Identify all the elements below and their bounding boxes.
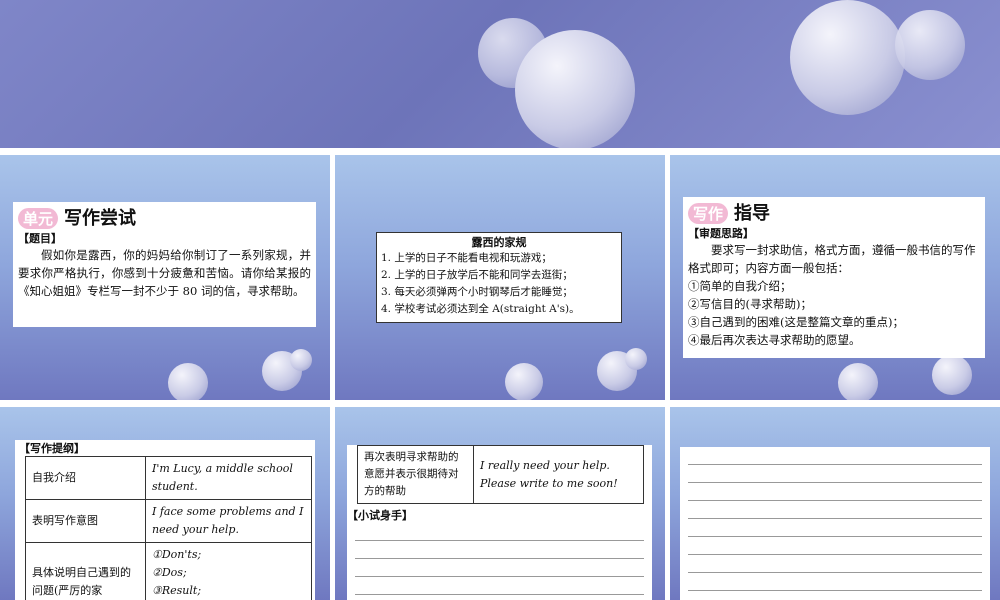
guide-point: ①简单的自我介绍； [688, 279, 792, 293]
section-label: 【审题思路】 [688, 227, 754, 240]
table-row: 具体说明自己遇到的问题(严厉的家 ①Don'ts; ②Dos; ③Result; [25, 542, 312, 600]
outline-table: 自我介绍 I'm Lucy, a middle school student. 表… [25, 456, 312, 600]
guide-box: 写作 指导 【审题思路】 要求写一封求助信，格式方面，遵循一般书信的写作格式即可；… [683, 197, 985, 358]
outline-value: I face some problems and I need your hel… [145, 499, 312, 543]
rules-box: 露西的家规 1. 上学的日子不能看电视和玩游戏； 2. 上学的日子放学后不能和同… [376, 232, 622, 323]
outline-key: 表明写作意图 [25, 499, 146, 543]
section-label: 【题目】 [18, 232, 62, 245]
rule-item: 4. 学校考试必须达到全 A(straight A's)。 [381, 303, 580, 315]
slide-thumbnail-1[interactable]: 单元 写作尝试 【题目】 假如你是露西，你的妈妈给你制订了一系列家规，并要求你严格… [0, 155, 330, 400]
outline-value: ①Don'ts; ②Dos; ③Result; [145, 542, 312, 600]
outline-table: 再次表明寻求帮助的意愿并表示很期待对方的帮助 I really need your… [357, 445, 644, 504]
task-text: 假如你是露西，你的妈妈给你制订了一系列家规，并要求你严格执行，你感到十分疲惫和苦… [18, 248, 311, 298]
slide-title: 写作尝试 [64, 208, 137, 229]
title-slide-thumbnail[interactable] [0, 0, 1000, 148]
rules-title: 露西的家规 [471, 236, 527, 249]
sphere-decoration [895, 10, 965, 80]
sphere-decoration [838, 363, 878, 400]
guide-point: ③自己遇到的困难(这是整篇文章的重点)； [688, 315, 904, 329]
outline-key: 具体说明自己遇到的问题(严厉的家 [25, 542, 146, 600]
slide-thumbnail-3[interactable]: 写作 指导 【审题思路】 要求写一封求助信，格式方面，遵循一般书信的写作格式即可；… [670, 155, 1000, 400]
guide-intro: 要求写一封求助信，格式方面，遵循一般书信的写作格式即可；内容方面一般包括： [688, 243, 976, 275]
rule-item: 1. 上学的日子不能看电视和玩游戏； [381, 252, 552, 264]
rule-item: 2. 上学的日子放学后不能和同学去逛街； [381, 269, 573, 281]
writing-lines[interactable] [680, 447, 990, 600]
writing-lines[interactable] [347, 523, 652, 595]
sphere-decoration [932, 355, 972, 395]
table-row: 再次表明寻求帮助的意愿并表示很期待对方的帮助 I really need your… [357, 445, 644, 504]
slide-thumbnail-6[interactable] [670, 407, 1000, 600]
slide-thumbnail-2[interactable]: 露西的家规 1. 上学的日子不能看电视和玩游戏； 2. 上学的日子放学后不能和同… [335, 155, 665, 400]
guide-point: ④最后再次表达寻求帮助的愿望。 [688, 333, 861, 347]
outline-value: I'm Lucy, a middle school student. [145, 456, 312, 500]
section-label: 【小试身手】 [347, 509, 413, 522]
sphere-decoration [505, 363, 543, 400]
outline-key: 自我介绍 [25, 456, 146, 500]
table-row: 自我介绍 I'm Lucy, a middle school student. [25, 456, 312, 500]
slide-thumbnail-4[interactable]: 【写作提纲】 自我介绍 I'm Lucy, a middle school stu… [0, 407, 330, 600]
task-box: 单元 写作尝试 【题目】 假如你是露西，你的妈妈给你制订了一系列家规，并要求你严格… [13, 202, 316, 327]
sphere-decoration [515, 30, 635, 148]
writing-tag: 写作 [688, 203, 729, 224]
section-label: 【写作提纲】 [19, 442, 85, 455]
slide-title: 指导 [734, 203, 771, 224]
unit-tag: 单元 [18, 208, 59, 229]
rule-item: 3. 每天必须弹两个小时钢琴后才能睡觉； [381, 286, 573, 298]
practice-box: 再次表明寻求帮助的意愿并表示很期待对方的帮助 I really need your… [347, 445, 652, 600]
guide-point: ②写信目的(寻求帮助)； [688, 297, 812, 311]
table-row: 表明写作意图 I face some problems and I need yo… [25, 499, 312, 543]
outline-key: 再次表明寻求帮助的意愿并表示很期待对方的帮助 [357, 445, 474, 504]
sphere-decoration [290, 349, 312, 371]
outline-value: I really need your help. Please write to … [473, 445, 644, 504]
sphere-decoration [790, 0, 905, 115]
slide-thumbnail-5[interactable]: 再次表明寻求帮助的意愿并表示很期待对方的帮助 I really need your… [335, 407, 665, 600]
outline-box: 【写作提纲】 自我介绍 I'm Lucy, a middle school stu… [15, 440, 315, 600]
sphere-decoration [625, 348, 647, 370]
sphere-decoration [168, 363, 208, 400]
